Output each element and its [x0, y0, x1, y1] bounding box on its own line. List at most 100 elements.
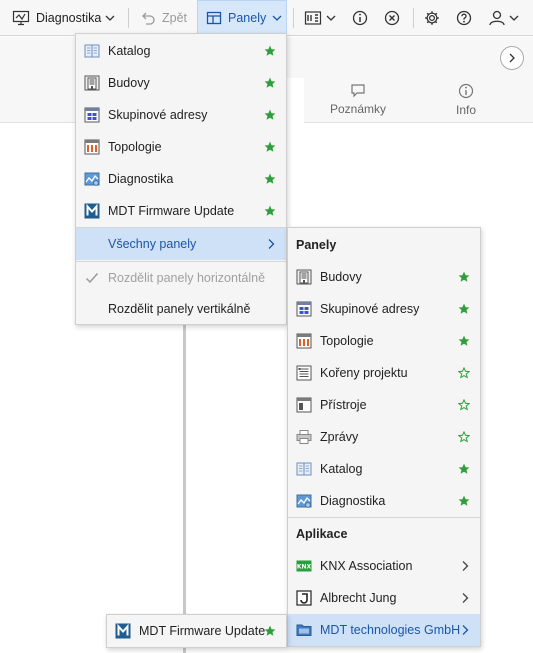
panels-menu: Katalog Budovy Skupinové adresy Topologi… [75, 33, 287, 325]
menu-item-split-horizontal[interactable]: Rozdělit panely horizontálně [76, 262, 286, 294]
gear-icon [425, 11, 439, 25]
menu-item-diagnostika[interactable]: Diagnostika [76, 163, 286, 195]
all-panels-label: Všechny panely [108, 237, 197, 251]
tab-info[interactable]: Info [436, 76, 496, 123]
mdt-icon [115, 623, 131, 639]
favorite-star-icon[interactable] [458, 271, 470, 283]
mdt-folder-icon [296, 622, 312, 638]
toolbar-divider [128, 8, 129, 28]
favorite-star-icon[interactable] [264, 109, 276, 121]
favorite-star-icon[interactable] [264, 173, 276, 185]
panels-section-header: Panely [296, 238, 337, 252]
menu-item-all-panels[interactable]: Všechny panely [76, 228, 286, 260]
favorite-star-icon[interactable] [264, 205, 276, 217]
menu-item-label: Katalog [108, 44, 151, 58]
mdt-submenu-item-firmware-update[interactable]: MDT Firmware Update [107, 615, 286, 647]
monitor-icon [12, 10, 30, 26]
panely-dropdown-button[interactable]: Panely [197, 0, 287, 36]
submenu-item-label: Diagnostika [320, 494, 386, 508]
favorite-star-icon[interactable] [458, 303, 470, 315]
devices-icon [296, 397, 312, 413]
group-addresses-icon [296, 301, 312, 317]
chevron-right-icon [460, 560, 470, 572]
workspace-dropdown-button[interactable] [304, 0, 336, 36]
panel-splitter[interactable] [183, 324, 186, 653]
tab-notes[interactable]: Poznámky [318, 76, 398, 123]
submenu-item-koreny-projektu[interactable]: Kořeny projektu [288, 357, 480, 389]
mdt-icon [84, 203, 100, 219]
submenu-item-diagnostika[interactable]: Diagnostika [288, 485, 480, 517]
menu-item-katalog[interactable]: Katalog [76, 35, 286, 67]
favorite-star-outline-icon[interactable] [458, 399, 470, 411]
tab-notes-label: Poznámky [329, 102, 387, 116]
diagnostics-icon [84, 171, 100, 187]
help-icon [456, 10, 472, 26]
favorite-star-outline-icon[interactable] [458, 431, 470, 443]
submenu-item-albrecht-jung[interactable]: Albrecht Jung [288, 582, 480, 614]
chevron-right-icon [460, 624, 470, 636]
account-dropdown-button[interactable] [488, 0, 519, 36]
submenu-item-budovy[interactable]: Budovy [288, 261, 480, 293]
workspace-icon [304, 11, 322, 25]
panely-label: Panely [228, 11, 267, 25]
submenu-item-mdt-technologies[interactable]: MDT technologies GmbH [288, 614, 480, 646]
submenu-item-pristroje[interactable]: Přístroje [288, 389, 480, 421]
chevron-right-icon [509, 53, 515, 63]
chevron-right-icon [266, 238, 276, 250]
info-button[interactable] [352, 0, 368, 36]
submenu-item-label: Přístroje [320, 398, 367, 412]
submenu-item-label: Zprávy [320, 430, 359, 444]
submenu-item-label: Albrecht Jung [320, 591, 397, 605]
menu-item-label: Topologie [108, 140, 162, 154]
favorite-star-icon[interactable] [264, 45, 276, 57]
checkmark-icon [84, 270, 100, 286]
printer-icon [296, 429, 312, 445]
settings-button[interactable] [424, 0, 440, 36]
buildings-icon [84, 75, 100, 91]
favorite-star-icon[interactable] [264, 625, 276, 637]
submenu-item-knx-association[interactable]: KNX Association [288, 550, 480, 582]
toolbar-divider [293, 8, 294, 28]
diagnostika-label: Diagnostika [36, 11, 102, 25]
menu-item-label: Budovy [108, 76, 150, 90]
favorite-star-icon[interactable] [264, 141, 276, 153]
favorite-star-icon[interactable] [458, 463, 470, 475]
info-icon [458, 83, 474, 98]
back-label: Zpět [162, 11, 188, 25]
menu-item-label: Diagnostika [108, 172, 174, 186]
back-button[interactable]: Zpět [140, 0, 187, 36]
favorite-star-outline-icon[interactable] [458, 367, 470, 379]
diagnostika-dropdown-button[interactable]: Diagnostika [12, 0, 115, 36]
jung-icon [296, 590, 312, 606]
submenu-item-label: Katalog [320, 462, 363, 476]
submenu-item-label: Kořeny projektu [320, 366, 408, 380]
knx-icon [296, 558, 312, 574]
catalog-icon [84, 43, 100, 59]
split-vertical-label: Rozdělit panely vertikálně [108, 302, 251, 316]
submenu-item-katalog[interactable]: Katalog [288, 453, 480, 485]
menu-item-topologie[interactable]: Topologie [76, 131, 286, 163]
favorite-star-icon[interactable] [458, 495, 470, 507]
submenu-item-skupinove-adresy[interactable]: Skupinové adresy [288, 293, 480, 325]
submenu-item-label: MDT technologies GmbH [320, 623, 461, 637]
favorite-star-icon[interactable] [458, 335, 470, 347]
expand-panel-button[interactable] [500, 46, 524, 70]
active-tab-fragment [287, 78, 304, 124]
submenu-item-topologie[interactable]: Topologie [288, 325, 480, 357]
menu-item-label: Skupinové adresy [108, 108, 208, 122]
menu-item-mdt-firmware-update[interactable]: MDT Firmware Update [76, 195, 286, 227]
close-circle-icon [384, 10, 400, 26]
diagnostics-icon [296, 493, 312, 509]
favorite-star-icon[interactable] [264, 77, 276, 89]
group-addresses-icon [84, 107, 100, 123]
submenu-item-zpravy[interactable]: Zprávy [288, 421, 480, 453]
close-button[interactable] [384, 0, 400, 36]
chevron-right-icon [460, 592, 470, 604]
menu-item-budovy[interactable]: Budovy [76, 67, 286, 99]
help-button[interactable] [456, 0, 472, 36]
menu-item-split-vertical[interactable]: Rozdělit panely vertikálně [76, 293, 286, 325]
undo-icon [142, 12, 155, 25]
all-panels-submenu: Panely Budovy Skupinové adresy Topologie… [287, 227, 481, 647]
tab-info-label: Info [455, 102, 476, 117]
menu-item-skupinove-adresy[interactable]: Skupinové adresy [76, 99, 286, 131]
